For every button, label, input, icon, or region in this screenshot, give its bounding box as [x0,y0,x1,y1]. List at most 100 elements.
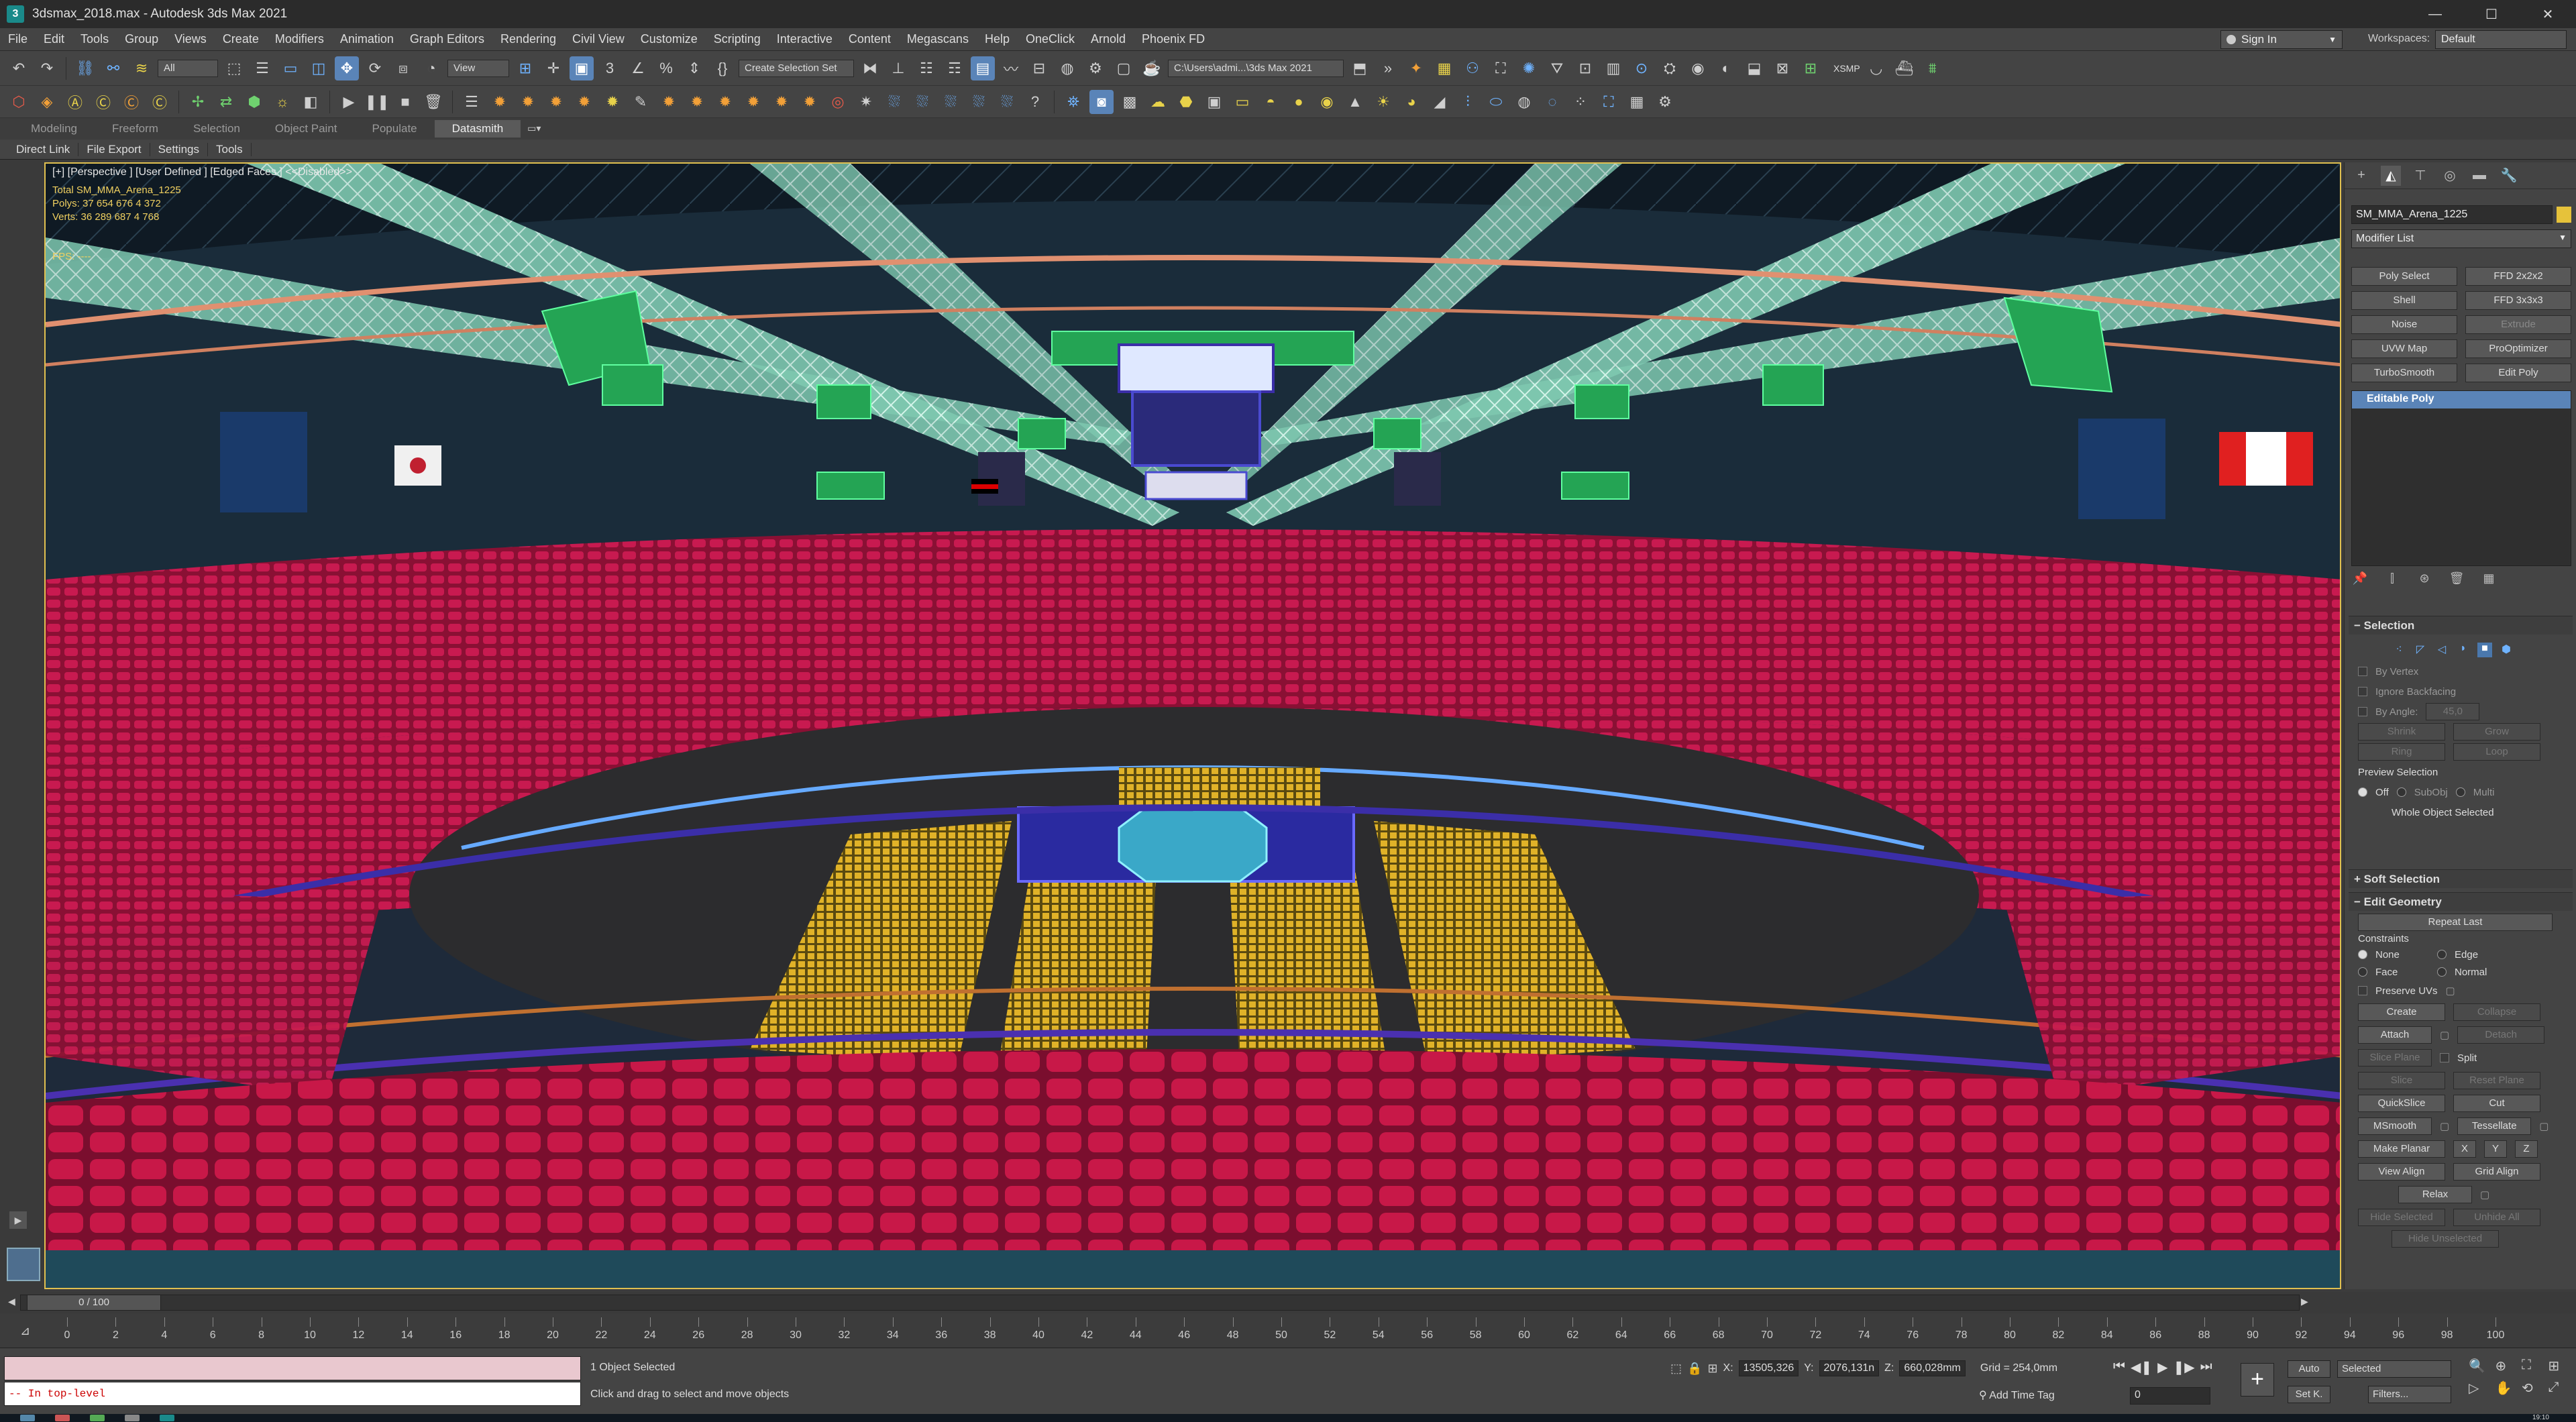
plugin-icon-9[interactable]: ⛭ [1658,56,1682,80]
shell-button[interactable]: Shell [2351,291,2457,310]
show-end-result-icon[interactable]: ⫿ [2383,571,2401,589]
poly-select-button[interactable]: Poly Select [2351,267,2457,286]
sphere-light-icon[interactable]: ● [1287,90,1311,114]
quickslice-button[interactable]: QuickSlice [2358,1095,2445,1112]
plane-icon[interactable]: ⬭ [1484,90,1508,114]
record-icon[interactable]: ◎ [826,90,850,114]
fire-icon-3[interactable]: ✹ [544,90,568,114]
project-path-dropdown[interactable]: C:\Users\admi...\3ds Max 2021 [1168,59,1344,77]
menu-animation[interactable]: Animation [332,32,402,46]
taskbar-item[interactable] [20,1415,35,1421]
add-time-tag[interactable]: ⚲ Add Time Tag [1979,1388,2055,1402]
camera-icon[interactable]: ⛶ [1597,90,1621,114]
menu-tools[interactable]: Tools [72,32,117,46]
extra-icon[interactable]: ▦ [1625,90,1649,114]
constraint-face-radio[interactable] [2358,967,2367,977]
plugin-icon-5[interactable]: ⛛ [1545,56,1569,80]
ies-light-icon[interactable]: ▲ [1343,90,1367,114]
rectangular-selection-icon[interactable]: ▭ [278,56,303,80]
proxy-icon[interactable]: ◢ [1428,90,1452,114]
select-and-move-icon[interactable]: ✥ [335,56,359,80]
key-filters-button[interactable]: Filters... [2368,1386,2451,1403]
ribbon-tab-populate[interactable]: Populate [355,122,435,135]
mirror-icon[interactable]: ⧓ [858,56,882,80]
modify-tab-icon[interactable]: ◭ [2381,165,2401,186]
play-animation-icon[interactable]: ▶ [2157,1359,2167,1376]
turbosmooth-button[interactable]: TurboSmooth [2351,364,2457,382]
schematic-view-icon[interactable]: ⊟ [1027,56,1051,80]
slice-button[interactable]: Slice [2358,1072,2445,1089]
menu-modifiers[interactable]: Modifiers [267,32,332,46]
rect-light-icon[interactable]: ▭ [1230,90,1254,114]
toggle-scene-explorer-icon[interactable]: ☷ [914,56,938,80]
noise-button[interactable]: Noise [2351,315,2457,334]
motion-tab-icon[interactable]: ◎ [2440,166,2460,186]
plugin-j-icon[interactable]: ☼ [270,90,294,114]
vertex-icon[interactable]: ⁖ [2392,643,2406,657]
plugin-p-icon[interactable]: ⛆ [967,90,991,114]
plugin-icon-14[interactable]: ⊞ [1799,56,1823,80]
menu-rendering[interactable]: Rendering [492,32,564,46]
plugin-g-icon[interactable]: ✢ [186,90,210,114]
play-icon[interactable]: ▶ [337,90,361,114]
menu-graph-editors[interactable]: Graph Editors [402,32,492,46]
plugin-icon-11[interactable]: ◐ [1714,56,1738,80]
slice-plane-button[interactable]: Slice Plane [2358,1049,2432,1066]
ring-button[interactable]: Ring [2358,743,2445,761]
maximize-icon[interactable]: ☐ [2463,0,2520,28]
ribbon-tab-modeling[interactable]: Modeling [13,122,95,135]
select-by-name-icon[interactable]: ☰ [250,56,274,80]
current-frame-field[interactable]: 0 [2130,1387,2210,1405]
select-and-rotate-icon[interactable]: ⟳ [363,56,387,80]
close-icon[interactable]: ✕ [2520,0,2576,28]
align-icon[interactable]: ⊥ [886,56,910,80]
grow-button[interactable]: Grow [2453,723,2540,741]
go-to-start-icon[interactable]: ⏮ [2113,1359,2125,1376]
plugin-a-icon[interactable]: ⬡ [7,90,31,114]
maxscript-listener-input[interactable] [4,1356,581,1380]
redo-icon[interactable]: ↷ [35,56,59,80]
ribbon-tab-freeform[interactable]: Freeform [95,122,176,135]
fur-icon[interactable]: ⫶ [1456,90,1480,114]
preview-subobj-radio[interactable] [2396,787,2406,797]
constraint-normal-radio[interactable] [2437,967,2447,977]
ref-coord-dropdown[interactable]: View [447,59,509,77]
attach-button[interactable]: Attach [2358,1026,2432,1044]
snaps-toggle-icon[interactable]: 3 [598,56,622,80]
fire-icon-10[interactable]: ✹ [769,90,794,114]
hide-unselected-button[interactable]: Hide Unselected [2392,1230,2499,1248]
zoom-extents-all-icon[interactable]: ⊞ [2548,1358,2570,1374]
link-icon[interactable]: ⛓ [73,56,97,80]
preserve-uvs-checkbox[interactable] [2358,986,2367,995]
select-and-scale-icon[interactable]: ⧈ [391,56,415,80]
plugin-v-icon[interactable]: ⬣ [1174,90,1198,114]
next-frame-icon[interactable]: ❚▶ [2174,1359,2195,1376]
pin-stack-icon[interactable]: 📌 [2351,571,2369,589]
keyboard-shortcut-override-icon[interactable]: ▣ [570,56,594,80]
loop-button[interactable]: Loop [2453,743,2540,761]
cut-button[interactable]: Cut [2453,1095,2540,1112]
object-icon[interactable]: ⬢ [2499,643,2514,657]
plugin-u-icon[interactable]: ☁ [1146,90,1170,114]
select-and-place-icon[interactable]: ◔ [419,56,443,80]
zoom-all-icon[interactable]: ⊕ [2496,1358,2517,1374]
ribbon-options-icon[interactable]: ▭▾ [527,123,546,135]
pan-icon[interactable]: ✋ [2496,1380,2517,1397]
attach-list-icon[interactable]: ▢ [2440,1029,2449,1041]
relax-settings-icon[interactable]: ▢ [2480,1189,2489,1201]
object-color-swatch[interactable] [2557,207,2571,223]
plugin-b-icon[interactable]: ◈ [35,90,59,114]
menu-oneclick[interactable]: OneClick [1018,32,1083,46]
maximize-viewport-icon[interactable]: ⤢ [2548,1380,2570,1397]
spinner-snap-icon[interactable]: ⇕ [682,56,706,80]
key-filter-selection-dropdown[interactable]: Selected [2337,1360,2451,1378]
menu-views[interactable]: Views [166,32,215,46]
plugin-t-icon[interactable]: ▩ [1118,90,1142,114]
window-crossing-icon[interactable]: ◫ [307,56,331,80]
z-coordinate-field[interactable]: 660,028mm [1899,1360,1966,1376]
by-vertex-checkbox[interactable] [2358,667,2367,676]
taskbar-item[interactable] [160,1415,174,1421]
go-to-end-icon[interactable]: ⏭ [2200,1359,2212,1376]
selection-rollout-header[interactable]: − Selection [2349,616,2573,635]
render-production-icon[interactable]: ☕ [1140,56,1164,80]
